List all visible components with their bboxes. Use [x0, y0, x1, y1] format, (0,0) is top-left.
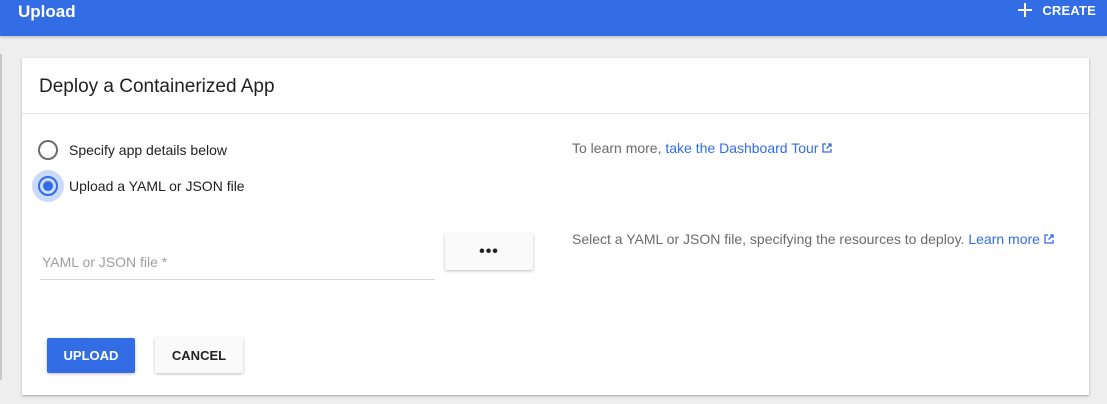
plus-icon	[1018, 3, 1033, 17]
upload-button[interactable]: UPLOAD	[47, 338, 135, 373]
radio-upload-file[interactable]: Upload a YAML or JSON file	[32, 170, 245, 202]
card-header: Deploy a Containerized App	[22, 58, 1089, 114]
yaml-json-file-field[interactable]	[40, 247, 437, 280]
cancel-button[interactable]: CANCEL	[155, 338, 243, 373]
yaml-json-file-input[interactable]	[40, 247, 437, 277]
create-label: CREATE	[1042, 2, 1096, 18]
radio-label: Specify app details below	[69, 142, 227, 158]
create-button[interactable]: CREATE	[1018, 0, 1096, 20]
page-title: Upload	[18, 2, 76, 21]
left-divider	[0, 54, 2, 380]
dashboard-tour-hint: To learn more, take the Dashboard Tour	[572, 140, 833, 156]
learn-more-link[interactable]: Learn more	[968, 231, 1040, 247]
tour-prefix: To learn more,	[572, 140, 666, 156]
top-app-bar: Upload CREATE	[0, 0, 1107, 36]
card-title: Deploy a Containerized App	[39, 76, 275, 97]
file-hint-text: Select a YAML or JSON file, specifying t…	[572, 231, 969, 247]
dashboard-tour-link[interactable]: take the Dashboard Tour	[665, 140, 818, 156]
radio-label: Upload a YAML or JSON file	[69, 178, 245, 194]
radio-button-unchecked[interactable]	[38, 140, 58, 160]
external-link-icon[interactable]	[822, 143, 833, 153]
external-link-icon[interactable]	[1044, 234, 1054, 244]
browse-file-button[interactable]: •••	[445, 234, 533, 270]
radio-button-checked[interactable]	[32, 170, 64, 202]
deploy-card: Deploy a Containerized App Specify app d…	[22, 58, 1089, 395]
radio-specify-app-details[interactable]: Specify app details below	[38, 138, 227, 162]
file-select-hint: Select a YAML or JSON file, specifying t…	[572, 231, 1054, 247]
